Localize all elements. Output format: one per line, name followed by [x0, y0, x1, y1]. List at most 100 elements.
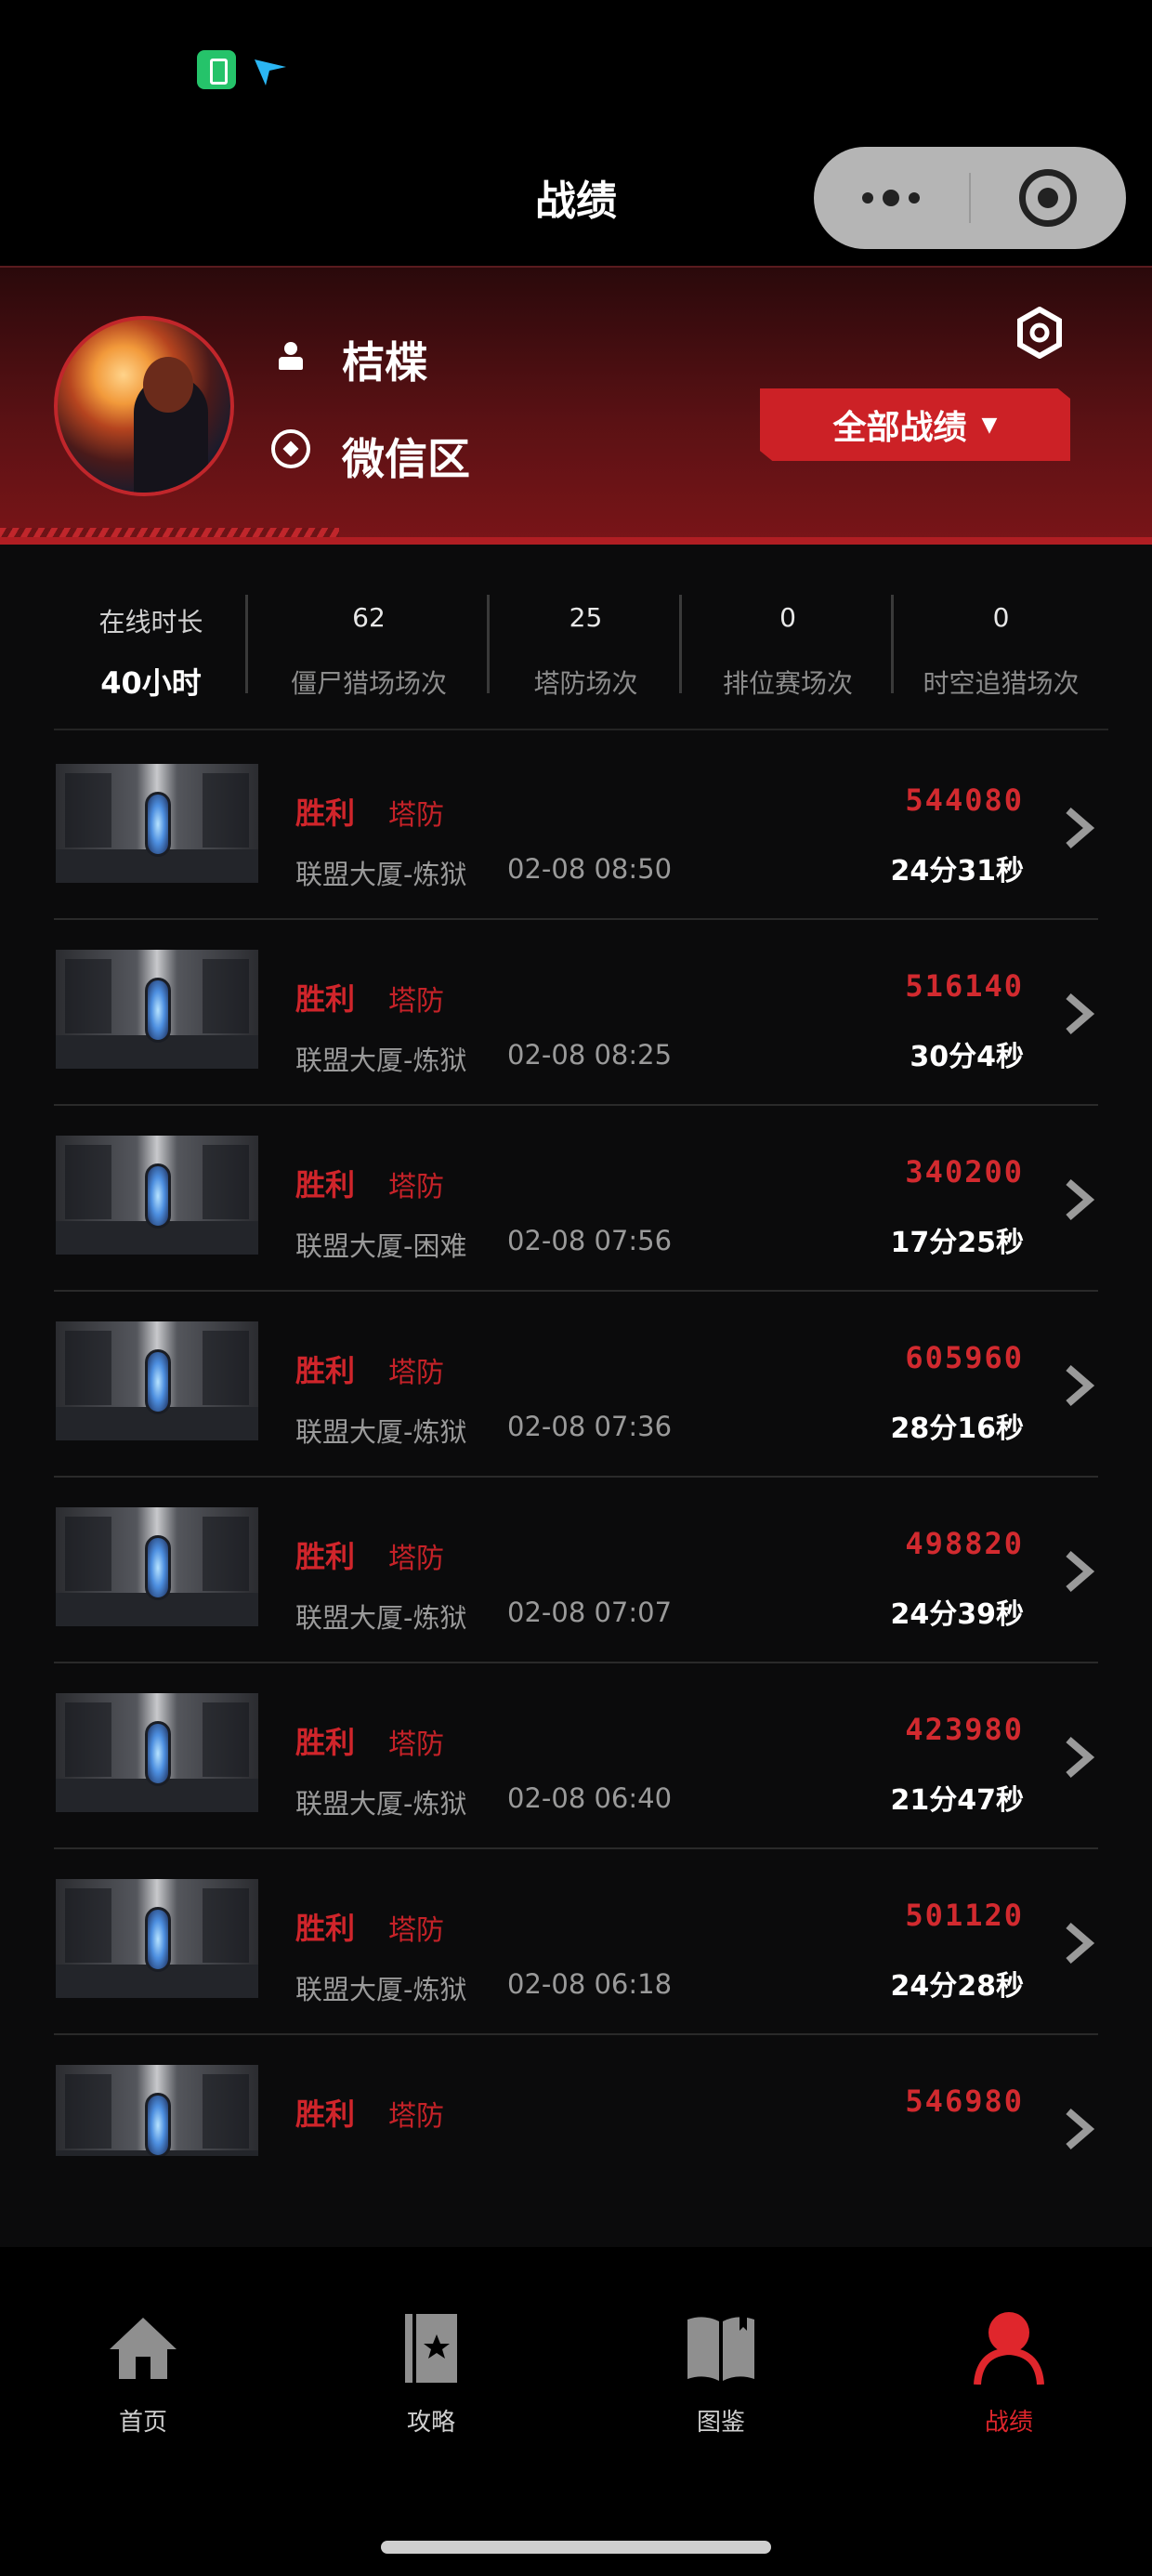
match-map: 联盟大厦-炼狱 — [295, 859, 467, 890]
avatar[interactable] — [54, 316, 234, 496]
match-result: 胜利 — [295, 795, 356, 831]
match-time: 02-08 07:56 — [507, 1225, 673, 1256]
close-icon — [1019, 169, 1077, 227]
stat-value: 0 — [779, 602, 796, 633]
stat-label: 排位赛场次 — [722, 668, 853, 699]
map-thumbnail — [56, 950, 258, 1069]
match-map: 联盟大厦-炼狱 — [295, 1416, 467, 1448]
match-time: 02-08 07:36 — [507, 1411, 673, 1442]
user-icon — [275, 340, 307, 372]
bottom-nav: 首页 攻略 图鉴 战绩 — [0, 2247, 1152, 2576]
filter-dropdown-button[interactable]: 全部战绩 ▼ — [760, 388, 1070, 461]
match-record-item[interactable]: 胜利 塔防 联盟大厦-炼狱 02-08 08:50 544080 24分31秒 — [54, 734, 1098, 920]
match-result: 胜利 — [295, 1353, 356, 1388]
stat-ranked: 0 排位赛场次 — [682, 595, 894, 699]
match-duration: 28分16秒 — [890, 1413, 1025, 1445]
match-mode: 塔防 — [388, 985, 444, 1018]
more-dot-icon — [862, 192, 873, 204]
stat-tower-defense: 25 塔防场次 — [490, 595, 682, 699]
nav-label: 首页 — [118, 2409, 167, 2437]
map-thumbnail — [56, 1693, 258, 1812]
match-record-item[interactable]: 胜利 塔防 联盟大厦-炼狱 02-08 06:18 501120 24分28秒 — [54, 1849, 1098, 2035]
match-result: 胜利 — [295, 1911, 356, 1946]
match-duration: 24分31秒 — [890, 855, 1025, 887]
server-icon — [271, 429, 310, 468]
nav-label: 攻略 — [406, 2409, 455, 2437]
match-duration: 17分25秒 — [890, 1227, 1025, 1259]
match-record-list: 胜利 塔防 联盟大厦-炼狱 02-08 08:50 544080 24分31秒 … — [54, 734, 1098, 2156]
chevron-right-icon — [1066, 1550, 1095, 1593]
match-duration: 21分47秒 — [890, 1784, 1025, 1817]
match-score: 516140 — [905, 968, 1024, 1004]
match-time: 02-08 08:25 — [507, 1039, 673, 1071]
match-mode: 塔防 — [388, 1357, 444, 1389]
nav-codex[interactable]: 图鉴 — [647, 2310, 795, 2440]
match-duration: 30分4秒 — [910, 1041, 1024, 1073]
username: 桔楪 — [342, 337, 427, 388]
profile-header: 桔楪 微信区 全部战绩 ▼ — [0, 266, 1152, 545]
close-button[interactable] — [971, 147, 1126, 249]
stat-value: 40小时 — [100, 665, 202, 701]
match-record-item[interactable]: 胜利 塔防 联盟大厦-炼狱 02-08 07:36 605960 28分16秒 — [54, 1292, 1098, 1478]
avatar-head — [143, 357, 193, 413]
match-map: 联盟大厦-炼狱 — [295, 1788, 467, 1820]
settings-icon[interactable] — [1016, 307, 1063, 359]
match-map: 联盟大厦-炼狱 — [295, 1045, 467, 1076]
match-map: 联盟大厦-困难 — [295, 1230, 467, 1262]
match-mode: 塔防 — [388, 799, 444, 832]
match-mode: 塔防 — [388, 2100, 444, 2133]
home-icon — [110, 2318, 177, 2379]
match-mode: 塔防 — [388, 1543, 444, 1575]
map-thumbnail — [56, 1321, 258, 1440]
nav-home[interactable]: 首页 — [69, 2310, 217, 2440]
stat-value: 0 — [992, 602, 1010, 633]
home-indicator[interactable] — [381, 2541, 771, 2554]
stat-value: 25 — [569, 602, 603, 633]
match-record-item[interactable]: 胜利 塔防 联盟大厦-炼狱 02-08 08:25 516140 30分4秒 — [54, 920, 1098, 1106]
match-result: 胜利 — [295, 1725, 356, 1760]
stat-label: 在线时长 — [98, 607, 203, 637]
chevron-right-icon — [1066, 1922, 1095, 1965]
chevron-right-icon — [1066, 1736, 1095, 1779]
match-score: 605960 — [905, 1340, 1024, 1375]
map-thumbnail — [56, 764, 258, 883]
server-name: 微信区 — [342, 434, 470, 484]
stats-bar: 在线时长 40小时 62 僵尸猎场场次 25 塔防场次 0 排位赛场次 0 时空… — [54, 558, 1108, 730]
record-icon — [974, 2312, 1044, 2385]
map-thumbnail — [56, 1136, 258, 1255]
battery-icon — [197, 50, 236, 89]
caret-down-icon: ▼ — [981, 413, 998, 437]
match-score: 546980 — [905, 2083, 1024, 2119]
status-bar — [0, 0, 1152, 139]
chevron-right-icon — [1066, 2108, 1095, 2150]
nav-record[interactable]: 战绩 — [935, 2310, 1083, 2440]
match-map: 联盟大厦-炼狱 — [295, 1602, 467, 1634]
send-icon — [255, 59, 286, 85]
match-result: 胜利 — [295, 981, 356, 1017]
guide-icon — [405, 2314, 457, 2383]
match-record-item[interactable]: 胜利 塔防 546980 — [54, 2035, 1098, 2156]
map-thumbnail — [56, 1879, 258, 1998]
stat-online-time: 在线时长 40小时 — [54, 595, 248, 701]
match-score: 423980 — [905, 1712, 1024, 1747]
stat-zombie-hunt: 62 僵尸猎场场次 — [248, 595, 490, 699]
nav-label: 图鉴 — [696, 2409, 745, 2437]
more-button[interactable] — [814, 147, 969, 249]
match-record-item[interactable]: 胜利 塔防 联盟大厦-困难 02-08 07:56 340200 17分25秒 — [54, 1106, 1098, 1292]
match-record-item[interactable]: 胜利 塔防 联盟大厦-炼狱 02-08 06:40 423980 21分47秒 — [54, 1663, 1098, 1849]
map-thumbnail — [56, 1507, 258, 1626]
match-map: 联盟大厦-炼狱 — [295, 1974, 467, 2005]
match-score: 501120 — [905, 1898, 1024, 1933]
title-bar: 战绩 — [0, 139, 1152, 266]
match-score: 498820 — [905, 1526, 1024, 1561]
match-time: 02-08 06:18 — [507, 1968, 673, 2000]
nav-guide[interactable]: 攻略 — [357, 2310, 505, 2440]
decorative-stripe — [0, 528, 339, 537]
nav-label: 战绩 — [984, 2409, 1033, 2437]
match-time: 02-08 06:40 — [507, 1782, 673, 1814]
chevron-right-icon — [1066, 992, 1095, 1035]
more-dot-icon — [909, 192, 920, 204]
chevron-right-icon — [1066, 1364, 1095, 1407]
stat-label: 僵尸猎场场次 — [290, 668, 447, 699]
match-record-item[interactable]: 胜利 塔防 联盟大厦-炼狱 02-08 07:07 498820 24分39秒 — [54, 1478, 1098, 1663]
